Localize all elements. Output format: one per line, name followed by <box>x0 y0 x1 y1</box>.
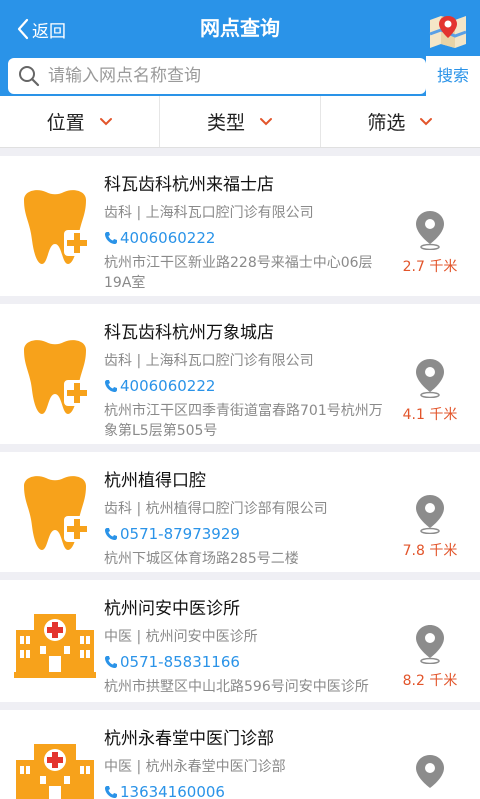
item-body: 杭州永春堂中医门诊部 中医 | 杭州永春堂中医门诊部 13634160006 <box>104 726 390 799</box>
clinic-phone[interactable]: 0571-85831166 <box>104 651 390 673</box>
filter-screen[interactable]: 筛选 <box>321 96 480 147</box>
header-bar: 返回 网点查询 <box>0 0 480 56</box>
tooth-icon <box>24 190 90 264</box>
phone-number: 4006060222 <box>120 229 216 247</box>
clinic-address: 杭州市江干区新业路228号来福士中心06层19A室 <box>104 255 373 291</box>
distance-text: 7.8 千米 <box>402 543 458 559</box>
phone-number: 0571-87973929 <box>120 525 240 543</box>
clinic-phone[interactable]: 4006060222 <box>104 375 390 397</box>
distance-block: 8.2 千米 <box>400 624 460 690</box>
clinic-phone[interactable]: 4006060222 <box>104 227 390 249</box>
list-item[interactable]: 科瓦齿科杭州万象城店 齿科 | 上海科瓦口腔门诊有限公司 4006060222 … <box>0 304 480 444</box>
filter-bar: 位置 类型 筛选 <box>0 96 480 148</box>
list-item[interactable]: 杭州植得口腔 齿科 | 杭州植得口腔门诊部有限公司 0571-87973929 … <box>0 452 480 572</box>
filter-label: 类型 <box>206 112 245 134</box>
map-icon[interactable] <box>428 12 468 48</box>
distance-block: 2.7 千米 <box>400 210 460 276</box>
search-button[interactable]: 搜索 <box>426 56 480 96</box>
distance-text: 4.1 千米 <box>402 407 458 423</box>
location-pin-icon <box>416 625 444 664</box>
distance-block: 4.1 千米 <box>400 358 460 424</box>
item-body: 杭州问安中医诊所 中医 | 杭州问安中医诊所 0571-85831166 杭州市… <box>104 596 390 697</box>
tooth-icon <box>24 340 90 414</box>
distance-text: 2.7 千米 <box>402 259 458 275</box>
hospital-icon <box>16 744 94 799</box>
filter-label: 筛选 <box>367 112 406 134</box>
clinic-address: 杭州市江干区四季青街道富春路701号杭州万象第L5层第505号 <box>104 403 383 439</box>
clinic-list: 科瓦齿科杭州来福士店 齿科 | 上海科瓦口腔门诊有限公司 4006060222 … <box>0 148 480 799</box>
location-pin-icon <box>416 755 444 788</box>
clinic-org: 中医 | 杭州永春堂中医门诊部 <box>104 759 286 775</box>
clinic-name: 杭州植得口腔 <box>104 471 206 491</box>
screen: 返回 网点查询 搜索 位置 类型 筛选 <box>0 0 480 799</box>
phone-icon <box>105 528 117 540</box>
clinic-phone[interactable]: 13634160006 <box>104 781 390 799</box>
search-input[interactable] <box>48 66 408 86</box>
phone-icon <box>105 380 117 392</box>
phone-number: 0571-85831166 <box>120 653 240 671</box>
location-pin-icon <box>416 211 444 250</box>
chevron-down-icon <box>99 117 112 125</box>
location-pin-icon <box>416 359 444 398</box>
hospital-icon <box>14 614 96 678</box>
search-icon <box>19 66 40 87</box>
filter-type[interactable]: 类型 <box>160 96 321 147</box>
search-box <box>8 58 426 94</box>
phone-icon <box>105 656 117 668</box>
phone-icon <box>105 786 117 798</box>
location-pin-icon <box>416 495 444 534</box>
chevron-down-icon <box>420 117 433 125</box>
clinic-address: 杭州市拱墅区中山北路596号问安中医诊所 <box>104 679 369 695</box>
search-bar: 搜索 <box>0 56 480 96</box>
phone-number: 13634160006 <box>120 783 225 799</box>
distance-block <box>400 754 460 794</box>
clinic-org: 齿科 | 上海科瓦口腔门诊有限公司 <box>104 353 314 369</box>
clinic-org: 齿科 | 上海科瓦口腔门诊有限公司 <box>104 205 314 221</box>
list-item[interactable]: 科瓦齿科杭州来福士店 齿科 | 上海科瓦口腔门诊有限公司 4006060222 … <box>0 156 480 296</box>
clinic-phone[interactable]: 0571-87973929 <box>104 523 390 545</box>
chevron-down-icon <box>260 117 272 125</box>
phone-number: 4006060222 <box>120 377 216 395</box>
filter-location[interactable]: 位置 <box>0 96 161 147</box>
clinic-name: 杭州问安中医诊所 <box>104 599 240 619</box>
tooth-icon <box>24 476 90 550</box>
clinic-org: 中医 | 杭州问安中医诊所 <box>104 629 258 645</box>
page-title: 网点查询 <box>200 16 280 40</box>
item-body: 科瓦齿科杭州万象城店 齿科 | 上海科瓦口腔门诊有限公司 4006060222 … <box>104 320 390 441</box>
clinic-address: 杭州下城区体育场路285号二楼 <box>104 551 299 567</box>
phone-icon <box>105 232 117 244</box>
list-item[interactable]: 杭州问安中医诊所 中医 | 杭州问安中医诊所 0571-85831166 杭州市… <box>0 580 480 702</box>
filter-label: 位置 <box>46 112 85 134</box>
item-body: 科瓦齿科杭州来福士店 齿科 | 上海科瓦口腔门诊有限公司 4006060222 … <box>104 172 390 293</box>
distance-text: 8.2 千米 <box>402 673 458 689</box>
clinic-name: 杭州永春堂中医门诊部 <box>104 729 274 749</box>
distance-block: 7.8 千米 <box>400 494 460 560</box>
clinic-name: 科瓦齿科杭州万象城店 <box>104 323 274 343</box>
list-item[interactable]: 杭州永春堂中医门诊部 中医 | 杭州永春堂中医门诊部 13634160006 <box>0 710 480 799</box>
item-body: 杭州植得口腔 齿科 | 杭州植得口腔门诊部有限公司 0571-87973929 … <box>104 468 390 569</box>
clinic-name: 科瓦齿科杭州来福士店 <box>104 175 274 195</box>
clinic-org: 齿科 | 杭州植得口腔门诊部有限公司 <box>104 501 328 517</box>
